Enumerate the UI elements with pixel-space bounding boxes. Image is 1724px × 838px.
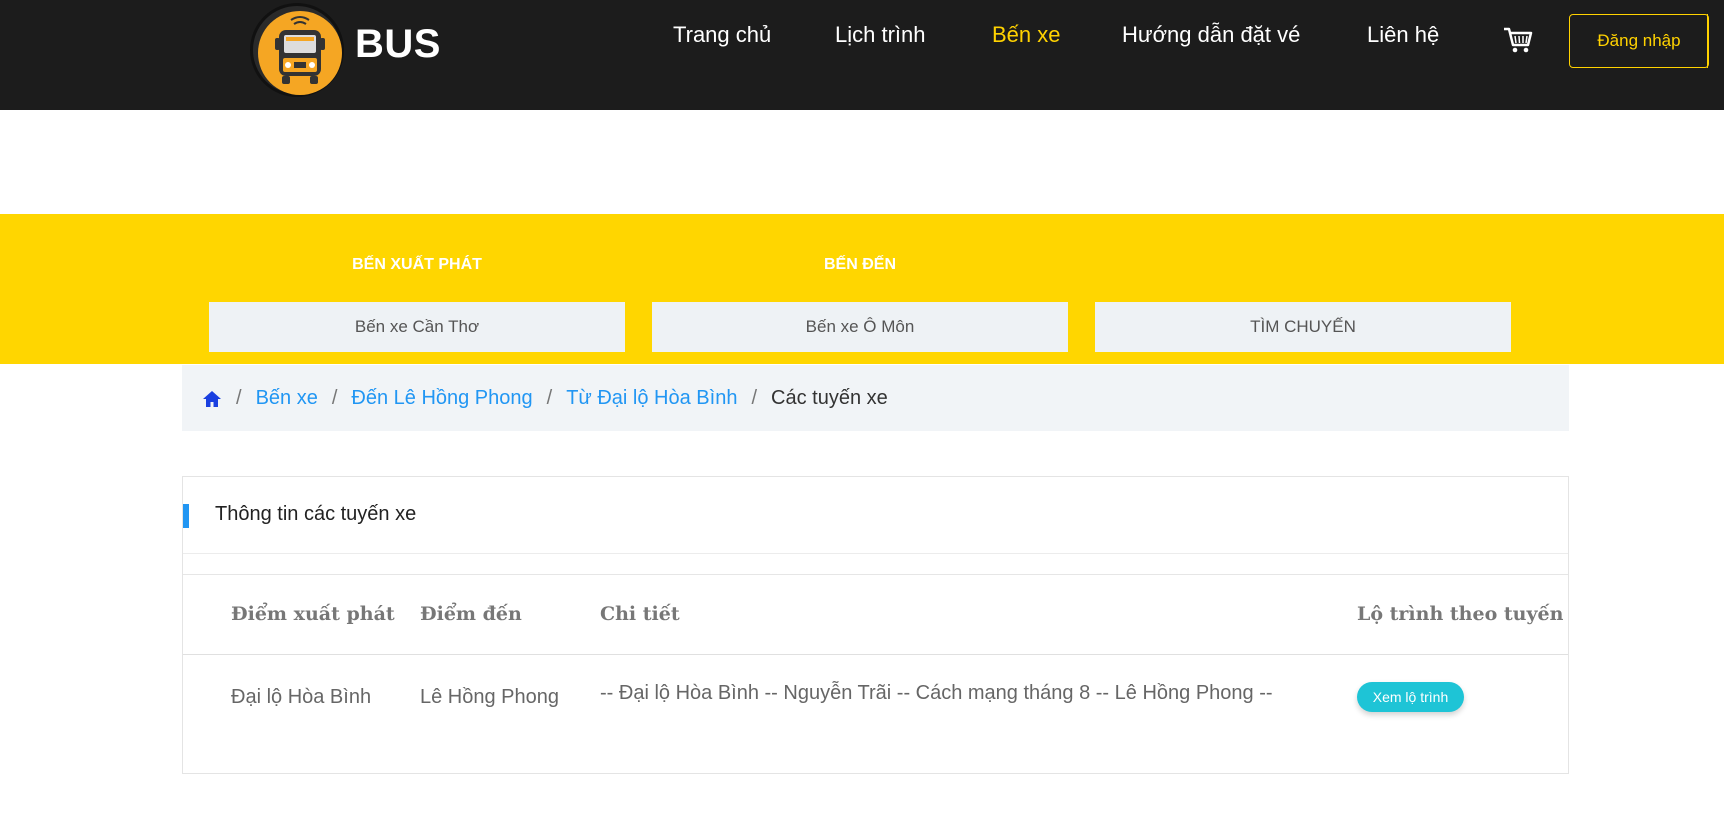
routes-card: Thông tin các tuyến xe Điểm xuất phát Đi… [182, 476, 1569, 774]
breadcrumb-current: Các tuyến xe [771, 387, 888, 409]
search-panel: BẾN XUẤT PHÁT BẾN ĐẾN Bến xe Cần Thơ Bến… [0, 214, 1724, 364]
to-station-select[interactable]: Bến xe Ô Môn [652, 302, 1068, 352]
cell-detail: -- Đại lộ Hòa Bình -- Nguyễn Trãi -- Các… [600, 682, 1273, 704]
table-header-border [183, 654, 1568, 655]
from-station-select[interactable]: Bến xe Cần Thơ [209, 302, 625, 352]
breadcrumb-separator: / [236, 387, 242, 409]
nav-home[interactable]: Trang chủ [673, 22, 771, 48]
column-header-detail: Chi tiết [600, 603, 680, 625]
breadcrumb-bus-station[interactable]: Bến xe [256, 387, 318, 410]
header-divider [1707, 14, 1708, 68]
card-title: Thông tin các tuyến xe [215, 503, 417, 525]
brand-name[interactable]: BUS [355, 22, 441, 67]
home-icon[interactable] [202, 390, 222, 408]
find-trip-button[interactable]: TÌM CHUYẾN [1095, 302, 1511, 352]
column-header-destination: Điểm đến [420, 603, 522, 625]
top-navbar: BUS Trang chủ Lịch trình Bến xe Hướng dẫ… [0, 0, 1724, 110]
column-header-origin: Điểm xuất phát [231, 603, 395, 625]
nav-bus-station[interactable]: Bến xe [992, 22, 1061, 48]
view-route-button[interactable]: Xem lộ trình [1357, 682, 1464, 712]
breadcrumb-origin[interactable]: Từ Đại lộ Hòa Bình [566, 387, 737, 410]
to-label: BẾN ĐẾN [823, 256, 896, 273]
from-label: BẾN XUẤT PHÁT [352, 256, 482, 273]
breadcrumb: / Bến xe / Đến Lê Hồng Phong / Từ Đại lộ… [182, 365, 1569, 431]
breadcrumb-destination[interactable]: Đến Lê Hồng Phong [351, 387, 532, 410]
nav-contact[interactable]: Liên hệ [1367, 22, 1439, 48]
bus-logo-icon[interactable] [250, 3, 344, 97]
table-top-border [183, 574, 1568, 575]
nav-booking-guide[interactable]: Hướng dẫn đặt vé [1122, 22, 1300, 48]
breadcrumb-separator: / [546, 387, 553, 409]
card-divider [183, 553, 1568, 554]
breadcrumb-separator: / [331, 387, 338, 409]
cart-icon[interactable] [1502, 24, 1534, 56]
cell-origin: Đại lộ Hòa Bình [231, 686, 372, 708]
breadcrumb-separator: / [751, 387, 758, 409]
card-accent-bar [183, 504, 189, 528]
column-header-route: Lộ trình theo tuyến [1357, 603, 1564, 625]
nav-schedule[interactable]: Lịch trình [835, 22, 926, 48]
login-button[interactable]: Đăng nhập [1569, 14, 1709, 68]
cell-destination: Lê Hồng Phong [420, 686, 560, 708]
